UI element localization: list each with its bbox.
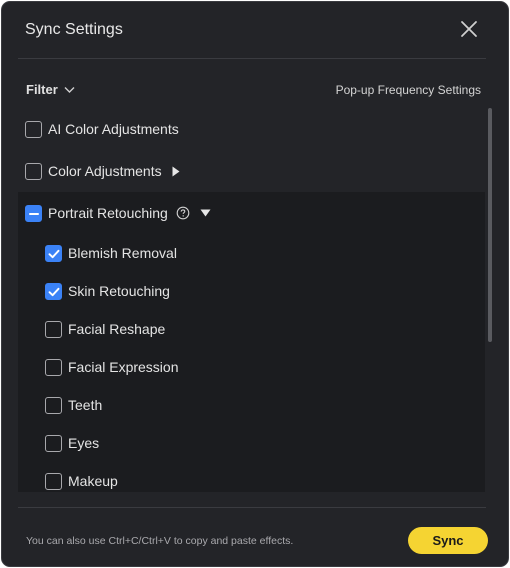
checkbox-facial-expression[interactable]	[45, 358, 62, 376]
checkmark-icon	[48, 287, 60, 296]
item-label: Color Adjustments	[48, 163, 162, 179]
checkbox-facial-reshape[interactable]	[45, 320, 62, 338]
item-label: Eyes	[68, 435, 100, 451]
copy-paste-hint: You can also use Ctrl+C/Ctrl+V to copy a…	[26, 535, 294, 547]
popup-frequency-settings-link[interactable]: Pop-up Frequency Settings	[336, 83, 481, 97]
checkbox-ai-color-adjustments[interactable]	[25, 120, 42, 138]
close-icon	[461, 21, 477, 37]
item-label: Makeup	[68, 473, 118, 489]
checkmark-icon	[48, 249, 60, 258]
list-item-ai-color-adjustments: AI Color Adjustments	[18, 110, 485, 148]
item-label: Teeth	[68, 397, 103, 413]
item-label: Facial Reshape	[68, 321, 166, 337]
collapse-triangle-icon[interactable]	[200, 209, 211, 217]
close-button[interactable]	[458, 18, 480, 40]
header-divider	[18, 58, 486, 59]
checkbox-makeup[interactable]	[45, 472, 62, 490]
item-label: Portrait Retouching	[48, 205, 168, 221]
item-label: Skin Retouching	[68, 283, 170, 299]
sync-options-list: AI Color Adjustments Color Adjustments P…	[18, 108, 485, 492]
minus-icon	[29, 212, 39, 215]
item-label: AI Color Adjustments	[48, 121, 179, 137]
help-icon[interactable]	[176, 206, 190, 220]
checkbox-eyes[interactable]	[45, 434, 62, 452]
sync-settings-dialog: Sync Settings Filter Pop-up Frequency Se…	[1, 1, 509, 567]
list-item-color-adjustments: Color Adjustments	[18, 152, 485, 190]
checkbox-teeth[interactable]	[45, 396, 62, 414]
list-item-skin-retouching: Skin Retouching	[18, 272, 485, 310]
expand-triangle-icon[interactable]	[172, 166, 180, 177]
list-item-eyes: Eyes	[18, 424, 485, 462]
footer-divider	[18, 507, 486, 508]
list-item-blemish-removal: Blemish Removal	[18, 234, 485, 272]
item-label: Blemish Removal	[68, 245, 177, 261]
filter-label: Filter	[26, 82, 58, 97]
list-item-teeth: Teeth	[18, 386, 485, 424]
checkbox-skin-retouching[interactable]	[45, 282, 62, 300]
chevron-down-icon	[64, 86, 75, 93]
list-item-facial-reshape: Facial Reshape	[18, 310, 485, 348]
filter-dropdown[interactable]: Filter	[26, 82, 75, 97]
checkbox-blemish-removal[interactable]	[45, 244, 62, 262]
item-label: Facial Expression	[68, 359, 179, 375]
checkbox-portrait-retouching[interactable]	[25, 204, 42, 222]
list-item-portrait-retouching: Portrait Retouching	[18, 194, 485, 232]
scrollbar-thumb[interactable]	[488, 108, 492, 342]
dialog-title: Sync Settings	[25, 21, 123, 38]
list-item-makeup: Makeup	[18, 462, 485, 492]
checkbox-color-adjustments[interactable]	[25, 162, 42, 180]
sync-button[interactable]: Sync	[408, 527, 488, 554]
list-item-facial-expression: Facial Expression	[18, 348, 485, 386]
